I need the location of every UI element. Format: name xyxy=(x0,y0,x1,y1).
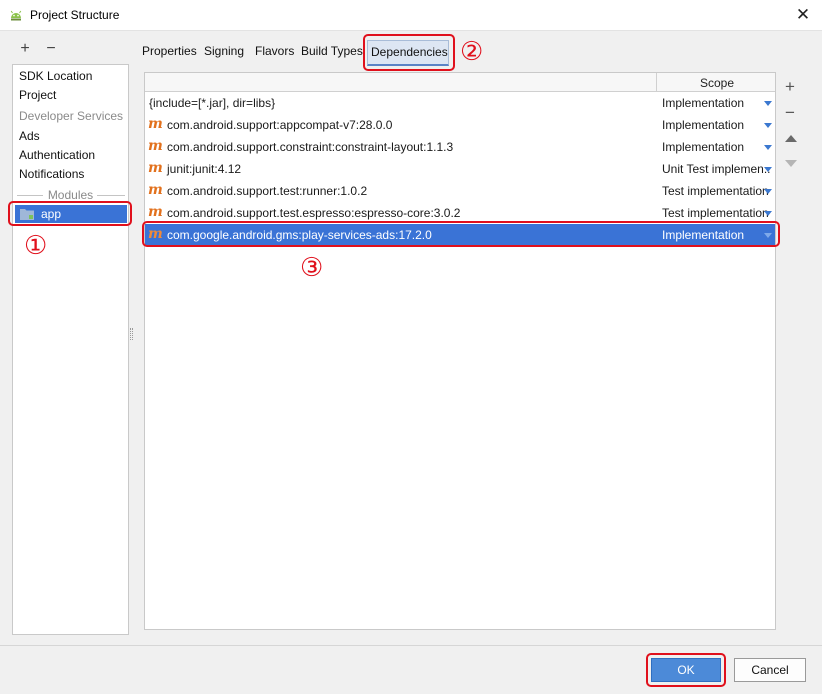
splitter-handle[interactable] xyxy=(130,328,133,340)
annotation-number-1: ① xyxy=(24,231,48,261)
tab-build-types[interactable]: Build Types xyxy=(301,44,363,58)
column-header-dependency[interactable] xyxy=(145,73,657,92)
dependency-name: com.android.support.constraint:constrain… xyxy=(167,140,454,154)
remove-module-button[interactable]: − xyxy=(42,40,60,58)
maven-icon: m xyxy=(148,182,163,198)
chevron-down-icon[interactable] xyxy=(764,189,772,194)
developer-services-header: Developer Services xyxy=(19,109,124,123)
annotation-box-1 xyxy=(8,201,132,226)
sidebar-item-notifications[interactable]: Notifications xyxy=(19,167,84,181)
maven-icon: m xyxy=(148,116,163,132)
add-dependency-button[interactable]: + xyxy=(781,78,799,96)
dependency-name: junit:junit:4.12 xyxy=(167,162,242,176)
scope-select[interactable]: Test implementation xyxy=(662,184,770,198)
maven-icon: m xyxy=(148,204,163,220)
dependency-name: com.android.support.test.espresso:espres… xyxy=(167,206,461,220)
dependency-name: com.android.support:appcompat-v7:28.0.0 xyxy=(167,118,393,132)
tab-flavors[interactable]: Flavors xyxy=(255,44,294,58)
footer-divider xyxy=(0,645,822,646)
scope-select[interactable]: Implementation xyxy=(662,118,770,132)
sidebar-item-project[interactable]: Project xyxy=(19,88,56,102)
table-row[interactable]: m com.android.support:appcompat-v7:28.0.… xyxy=(145,114,775,136)
modules-divider-right xyxy=(97,195,125,196)
column-header-scope[interactable]: Scope xyxy=(657,73,775,92)
dependency-name: {include=[*.jar], dir=libs} xyxy=(149,96,276,110)
annotation-box-2 xyxy=(363,34,455,71)
dependencies-table: Scope {include=[*.jar], dir=libs} Implem… xyxy=(144,72,776,630)
table-row[interactable]: m com.android.support.test:runner:1.0.2 … xyxy=(145,180,775,202)
annotation-box-3 xyxy=(142,221,780,247)
move-up-icon[interactable] xyxy=(785,135,797,142)
add-module-button[interactable]: + xyxy=(16,40,34,58)
chevron-down-icon[interactable] xyxy=(764,145,772,150)
sidebar-item-ads[interactable]: Ads xyxy=(19,129,40,143)
annotation-number-3: ③ xyxy=(300,253,324,283)
scope-select[interactable]: Unit Test implemen... xyxy=(662,162,770,176)
chevron-down-icon[interactable] xyxy=(764,101,772,106)
tab-signing[interactable]: Signing xyxy=(204,44,244,58)
table-row[interactable]: {include=[*.jar], dir=libs} Implementati… xyxy=(145,92,775,114)
tab-properties[interactable]: Properties xyxy=(142,44,197,58)
window-title: Project Structure xyxy=(30,8,120,22)
sidebar-item-authentication[interactable]: Authentication xyxy=(19,148,95,162)
remove-dependency-button[interactable]: − xyxy=(781,104,799,122)
dependency-name: com.android.support.test:runner:1.0.2 xyxy=(167,184,368,198)
scope-select[interactable]: Implementation xyxy=(662,96,770,110)
chevron-down-icon[interactable] xyxy=(764,211,772,216)
sidebar-item-sdk-location[interactable]: SDK Location xyxy=(19,69,92,83)
chevron-down-icon[interactable] xyxy=(764,123,772,128)
cancel-button[interactable]: Cancel xyxy=(734,658,806,682)
scope-select[interactable]: Implementation xyxy=(662,140,770,154)
annotation-box-ok xyxy=(646,653,726,687)
sidebar: SDK Location Project Developer Services … xyxy=(12,64,129,635)
maven-icon: m xyxy=(148,138,163,154)
move-down-icon[interactable] xyxy=(785,160,797,167)
maven-icon: m xyxy=(148,160,163,176)
title-bar: Project Structure ✕ xyxy=(0,0,822,31)
table-row[interactable]: m junit:junit:4.12 Unit Test implemen... xyxy=(145,158,775,180)
close-icon[interactable]: ✕ xyxy=(792,4,814,26)
scope-select[interactable]: Test implementation xyxy=(662,206,770,220)
chevron-down-icon[interactable] xyxy=(764,167,772,172)
android-studio-icon xyxy=(10,10,22,21)
table-row[interactable]: m com.android.support.constraint:constra… xyxy=(145,136,775,158)
annotation-number-2: ② xyxy=(460,37,484,67)
